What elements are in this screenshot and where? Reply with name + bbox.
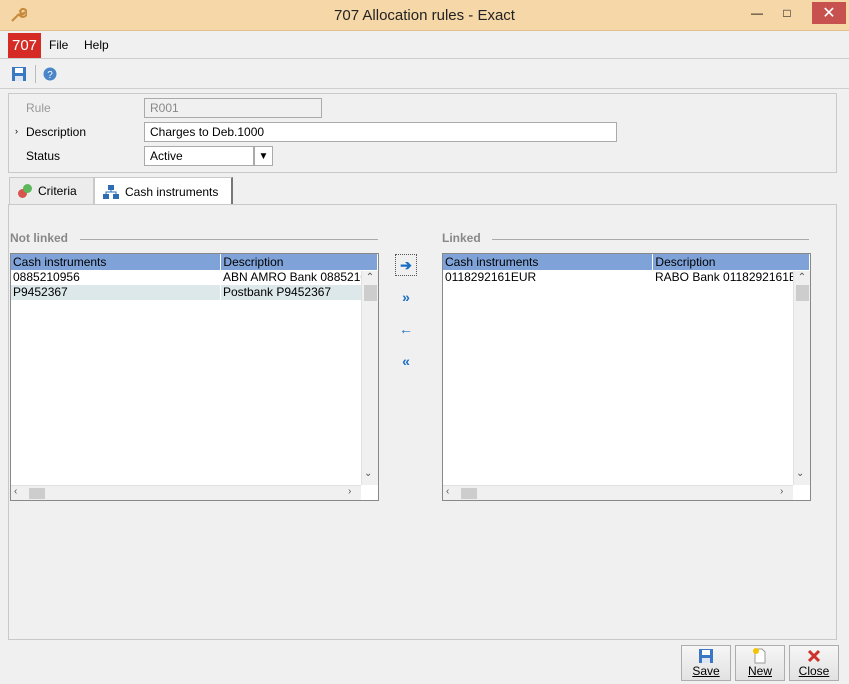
divider	[80, 239, 378, 240]
chevron-right-icon: ›	[15, 126, 18, 136]
chevron-right-icon[interactable]: ›	[348, 486, 351, 497]
maximize-button[interactable]: □	[772, 2, 802, 24]
column-header[interactable]: Description	[221, 254, 378, 270]
svg-text:?: ?	[47, 70, 53, 81]
save-icon[interactable]	[11, 66, 27, 82]
scroll-thumb[interactable]	[461, 488, 477, 499]
horizontal-scrollbar[interactable]: ‹ ›	[11, 485, 361, 500]
tab-criteria[interactable]: Criteria	[9, 177, 94, 204]
add-all-button[interactable]: »	[395, 286, 417, 308]
remove-all-button[interactable]: «	[395, 350, 417, 372]
double-arrow-left-minus-icon: «	[402, 353, 410, 369]
cell-code: 0885210956	[13, 270, 80, 284]
toolbar-divider	[35, 65, 36, 83]
tab-cash-instruments-label: Cash instruments	[125, 184, 219, 199]
menu-bar: 707 File Help	[0, 31, 849, 59]
grid-header: Cash instruments Description	[443, 254, 810, 270]
add-selected-button[interactable]: ➔	[395, 254, 417, 276]
cell-description: ABN AMRO Bank 0885210956	[223, 270, 361, 284]
save-button[interactable]: Save	[681, 645, 731, 681]
status-select[interactable]: Active	[144, 146, 254, 166]
chevron-right-icon[interactable]: ›	[780, 486, 783, 497]
vertical-scrollbar[interactable]: ⌃ ⌄	[361, 271, 378, 485]
new-button-label: New	[747, 664, 772, 678]
cell-description: RABO Bank 0118292161EUR	[655, 270, 793, 284]
chevron-up-icon[interactable]: ⌃	[794, 272, 810, 283]
cell-code: P9452367	[11, 285, 221, 300]
cell-description: Postbank P9452367	[223, 285, 332, 299]
table-row[interactable]: P9452367 Postbank P9452367	[11, 285, 361, 300]
status-label: Status	[26, 149, 61, 163]
column-header[interactable]: Cash instruments	[11, 254, 222, 270]
app-logo: 707	[8, 33, 41, 58]
chevron-left-icon[interactable]: ‹	[446, 486, 449, 497]
title-bar: 707 Allocation rules - Exact — □ ✕	[0, 0, 849, 31]
vertical-scrollbar[interactable]: ⌃ ⌄	[793, 271, 810, 485]
linked-grid[interactable]: Cash instruments Description 0118292161E…	[442, 253, 811, 501]
minimize-button[interactable]: —	[742, 2, 772, 24]
close-icon	[807, 649, 821, 663]
linked-title: Linked	[442, 231, 481, 245]
chevron-down-icon[interactable]: ▼	[254, 146, 273, 166]
table-row[interactable]: 0885210956 ABN AMRO Bank 0885210956	[11, 270, 378, 285]
tab-criteria-label: Criteria	[38, 184, 77, 198]
close-button-label: Close	[798, 664, 830, 678]
scroll-thumb[interactable]	[363, 285, 377, 301]
close-button[interactable]: Close	[789, 645, 839, 681]
tab-cash-instruments[interactable]: Cash instruments	[94, 177, 233, 205]
hierarchy-icon	[103, 184, 119, 199]
save-button-label: Save	[692, 664, 720, 678]
remove-selected-button[interactable]: ←	[395, 318, 417, 340]
rule-field: R001	[144, 98, 322, 118]
column-header[interactable]: Description	[653, 254, 810, 270]
not-linked-grid[interactable]: Cash instruments Description 0885210956 …	[10, 253, 379, 501]
description-label: Description	[26, 125, 87, 139]
divider	[492, 239, 809, 240]
scroll-thumb[interactable]	[795, 285, 809, 301]
chevron-down-icon[interactable]: ⌄	[796, 468, 804, 479]
table-row[interactable]: 0118292161EUR RABO Bank 0118292161EUR	[443, 270, 810, 285]
close-window-button[interactable]: ✕	[812, 2, 846, 24]
double-arrow-right-plus-icon: »	[402, 289, 410, 305]
scroll-thumb[interactable]	[29, 488, 45, 499]
chevron-down-icon[interactable]: ⌄	[364, 468, 372, 479]
arrow-left-minus-icon: ←	[399, 321, 413, 337]
column-header[interactable]: Cash instruments	[443, 254, 654, 270]
criteria-icon	[18, 184, 32, 198]
description-field[interactable]: Charges to Deb.1000	[144, 122, 617, 142]
menu-file[interactable]: File	[49, 38, 68, 52]
help-icon[interactable]: ?	[43, 67, 57, 81]
rule-label: Rule	[26, 101, 51, 115]
toolbar: ?	[0, 60, 849, 89]
not-linked-title: Not linked	[10, 231, 69, 245]
cell-code: 0118292161EUR	[445, 270, 537, 284]
chevron-left-icon[interactable]: ‹	[14, 486, 17, 497]
arrow-right-plus-icon: ➔	[400, 256, 412, 273]
chevron-up-icon[interactable]: ⌃	[362, 272, 378, 283]
horizontal-scrollbar[interactable]: ‹ ›	[443, 485, 793, 500]
new-button[interactable]: New	[735, 645, 785, 681]
grid-header: Cash instruments Description	[11, 254, 378, 270]
menu-help[interactable]: Help	[84, 38, 109, 52]
window-title: 707 Allocation rules - Exact	[334, 7, 515, 24]
floppy-disk-icon	[699, 649, 713, 663]
new-document-icon	[753, 648, 766, 664]
